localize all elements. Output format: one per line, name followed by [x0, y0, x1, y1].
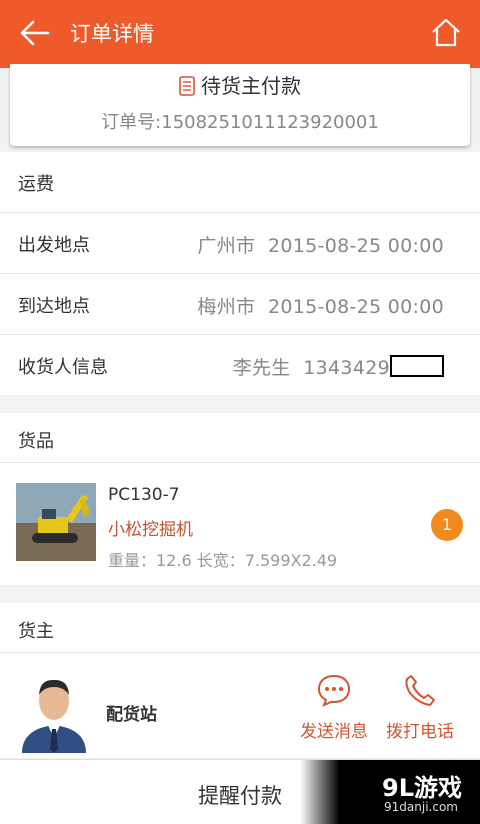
departure-row: 出发地点 广州市 2015-08-25 00:00 — [0, 213, 480, 274]
order-status-card: 待货主付款 订单号:1508251011123920001 — [10, 64, 470, 146]
order-status: 待货主付款 — [10, 70, 470, 99]
send-message-label: 发送消息 — [300, 722, 368, 742]
goods-spec: 重量：12.6 长宽：7.599X2.49 — [108, 551, 338, 570]
owner-title: 货主 — [18, 621, 54, 642]
receiver-row: 收货人信息 李先生 1343429 — [0, 335, 480, 395]
owner-info: 配货站 发送消息 拨打电话 — [0, 653, 480, 758]
owner-header-row: 货主 — [0, 603, 480, 653]
excavator-image — [16, 483, 96, 561]
goods-title: 货品 — [18, 431, 54, 452]
call-label: 拨打电话 — [386, 722, 454, 742]
phone-icon — [405, 675, 435, 706]
arrival-row: 到达地点 梅州市 2015-08-25 00:00 — [0, 274, 480, 335]
departure-label: 出发地点 — [18, 235, 90, 256]
goods-section: 货品 PC130-7 小松挖掘机 重量：12.6 长宽：7.599X2.49 1 — [0, 413, 480, 585]
arrival-label: 到达地点 — [18, 296, 90, 317]
receiver-value: 李先生 1343429 — [233, 353, 444, 380]
send-message-button[interactable]: 发送消息 — [294, 673, 374, 742]
receiver-label: 收货人信息 — [18, 357, 108, 378]
order-status-text: 待货主付款 — [201, 74, 301, 98]
watermark: 9L游戏 91danji.com — [300, 760, 480, 824]
call-button[interactable]: 拨打电话 — [380, 673, 460, 742]
avatar — [22, 679, 86, 753]
order-number: 订单号:1508251011123920001 — [101, 112, 379, 133]
page-title: 订单详情 — [70, 22, 154, 46]
goods-item[interactable]: PC130-7 小松挖掘机 重量：12.6 长宽：7.599X2.49 1 — [0, 463, 480, 585]
goods-model: PC130-7 — [108, 485, 180, 505]
owner-name: 配货站 — [106, 705, 157, 725]
watermark-logo: 9L游戏 — [382, 774, 462, 802]
redaction-box — [390, 355, 444, 377]
freight-header-row: 运费 — [0, 152, 480, 213]
goods-name: 小松挖掘机 — [108, 520, 193, 540]
quantity-badge: 1 — [431, 509, 463, 541]
remind-payment-button[interactable]: 提醒付款 9L游戏 91danji.com — [0, 759, 480, 824]
home-icon[interactable] — [430, 16, 462, 48]
arrival-value: 梅州市 2015-08-25 00:00 — [197, 296, 444, 318]
watermark-url: 91danji.com — [384, 800, 458, 814]
goods-header-row: 货品 — [0, 413, 480, 463]
chat-icon — [317, 674, 351, 707]
app-header: 订单详情 — [0, 0, 480, 68]
back-arrow-icon[interactable] — [18, 18, 52, 48]
receiver-text: 李先生 1343429 — [232, 357, 390, 379]
document-icon — [179, 76, 195, 96]
owner-section: 货主 配货站 发送消息 拨打电话 — [0, 603, 480, 758]
departure-value: 广州市 2015-08-25 00:00 — [197, 235, 444, 257]
freight-section: 运费 出发地点 广州市 2015-08-25 00:00 到达地点 梅州市 20… — [0, 152, 480, 395]
freight-title: 运费 — [18, 174, 54, 195]
